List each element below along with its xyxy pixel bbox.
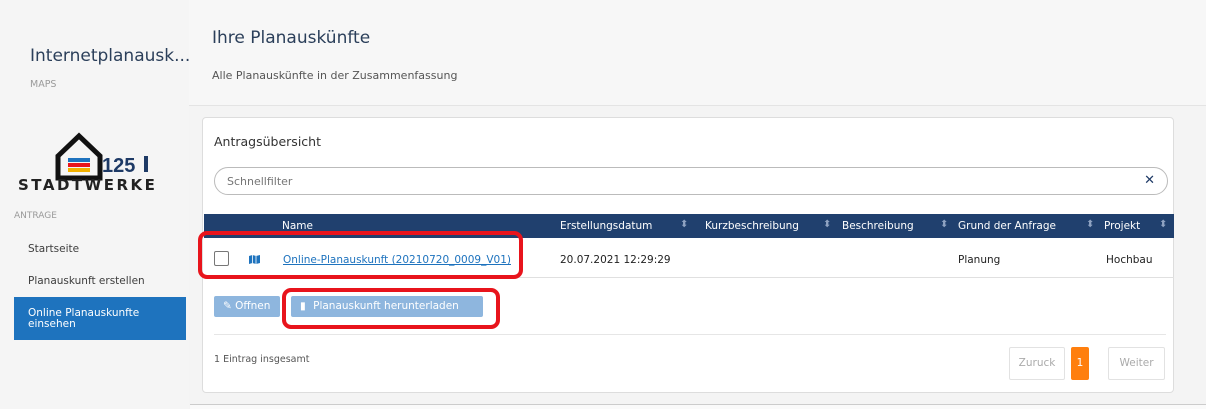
open-button[interactable]: ✎ Offnen: [214, 296, 280, 317]
svg-text:125: 125: [102, 155, 135, 177]
column-header-short-description[interactable]: Kurzbeschreibung: [705, 220, 799, 232]
sidebar: Internetplanausk... MAPS 125 STADTWERKE …: [0, 0, 191, 409]
open-button-label: Offnen: [235, 300, 271, 312]
sidebar-item-startseite[interactable]: Startseite: [28, 243, 79, 255]
sidebar-item-label: Online Planauskunfte einsehen: [28, 307, 140, 330]
column-header-reason[interactable]: Grund der Anfrage: [958, 220, 1056, 232]
page-header: Ihre Planauskünfte Alle Planauskünfte in…: [189, 0, 1206, 106]
column-header-date[interactable]: Erstellungsdatum: [560, 220, 652, 232]
page-1-button[interactable]: 1: [1071, 347, 1089, 380]
main-content: Ihre Planauskünfte Alle Planauskünfte in…: [189, 0, 1206, 409]
sidebar-item-online-planauskunfte[interactable]: Online Planauskunfte einsehen: [14, 297, 186, 340]
next-page-button[interactable]: Weiter: [1108, 347, 1165, 380]
sort-icon[interactable]: ⬍: [680, 219, 688, 230]
panel-title: Antragsübersicht: [214, 134, 321, 149]
nav-section-label: ANTRAGE: [14, 211, 57, 221]
cell-date: 20.07.2021 12:29:29: [560, 254, 671, 266]
logo-wordmark: STADTWERKE: [18, 176, 158, 194]
column-header-project[interactable]: Projekt: [1104, 220, 1140, 232]
pencil-icon: ✎: [223, 300, 232, 312]
sidebar-item-planauskunft-erstellen[interactable]: Planauskunft erstellen: [28, 275, 145, 287]
entry-count: 1 Eintrag insgesamt: [214, 354, 310, 365]
sort-icon[interactable]: ⬍: [1159, 219, 1167, 230]
close-icon[interactable]: ✕: [1144, 173, 1155, 188]
app-subtitle: MAPS: [30, 79, 57, 90]
sort-icon[interactable]: ⬍: [940, 219, 948, 230]
row-highlight: [198, 231, 523, 279]
app-title: Internetplanausk...: [30, 46, 191, 66]
download-highlight: [282, 288, 500, 329]
sort-icon[interactable]: ⬍: [1086, 219, 1094, 230]
page-subtitle: Alle Planauskünfte in der Zusammenfassun…: [212, 69, 458, 82]
previous-page-button[interactable]: Zuruck: [1009, 347, 1065, 380]
cell-project: Hochbau: [1106, 254, 1153, 266]
quick-filter: ✕: [214, 167, 1168, 195]
page-title: Ihre Planauskünfte: [212, 28, 371, 48]
quick-filter-input[interactable]: [227, 175, 1107, 188]
cell-reason: Planung: [958, 254, 1001, 266]
sort-icon[interactable]: ⬍: [823, 219, 831, 230]
column-header-description[interactable]: Beschreibung: [842, 220, 914, 232]
map-preview-edge: [190, 404, 1206, 409]
divider: [214, 334, 1166, 335]
